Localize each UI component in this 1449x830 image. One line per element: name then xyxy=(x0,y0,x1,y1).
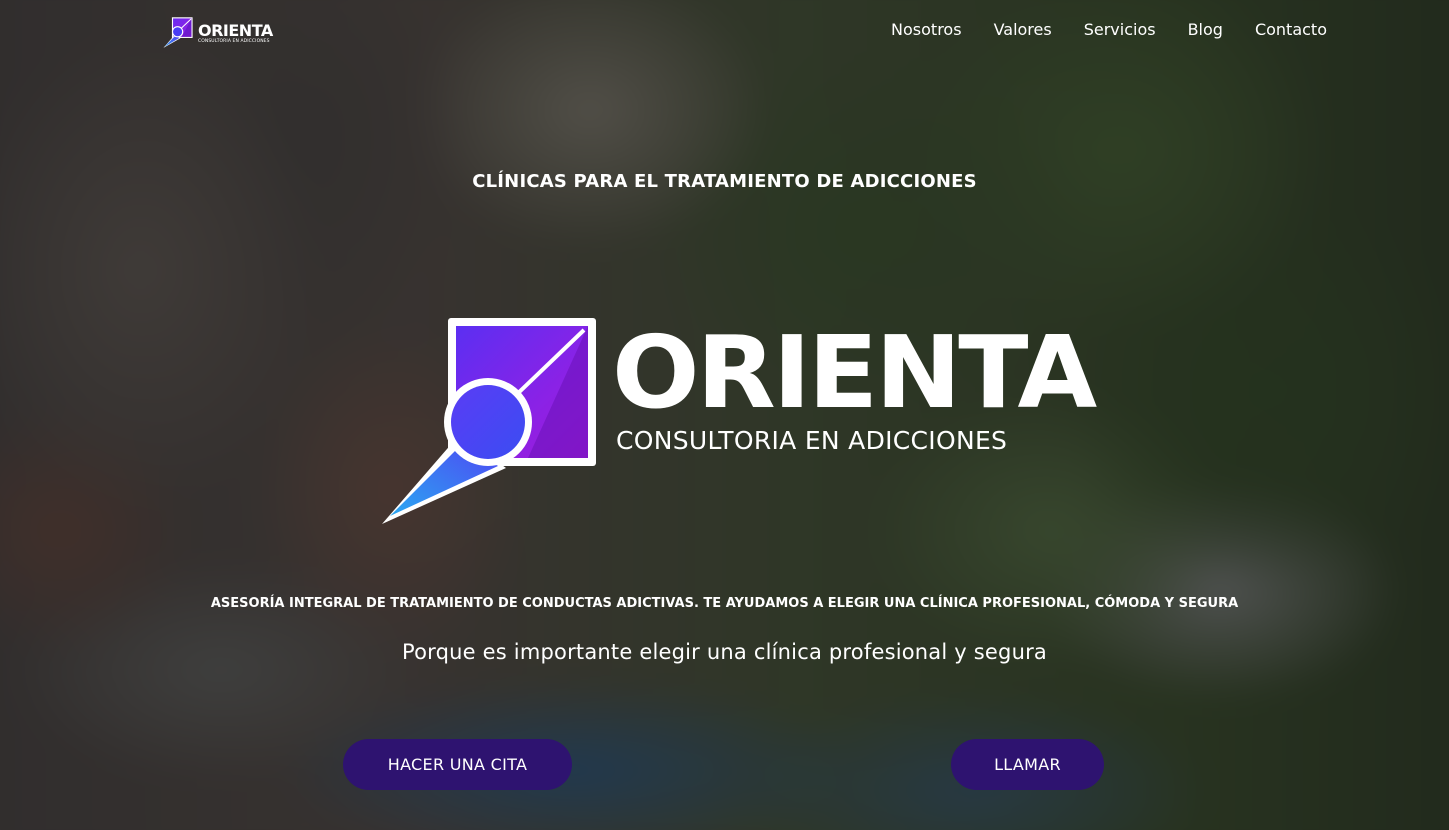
header-logo-sub: CONSULTORIA EN ADICCIONES xyxy=(198,39,270,45)
appointment-button[interactable]: HACER UNA CITA xyxy=(343,739,572,790)
header-logo-text: ORIENTA CONSULTORIA EN ADICCIONES xyxy=(198,23,273,45)
hero-section: ORIENTA CONSULTORIA EN ADICCIONES Nosotr… xyxy=(0,0,1449,830)
nav-item-servicios[interactable]: Servicios xyxy=(1084,19,1156,41)
main-nav: Nosotros Valores Servicios Blog Contacto xyxy=(891,19,1327,41)
hero-content: ORIENTA CONSULTORIA EN ADICCIONES Nosotr… xyxy=(0,0,1449,830)
nav-item-blog[interactable]: Blog xyxy=(1188,19,1223,41)
header-logo-word: ORIENTA xyxy=(198,21,273,41)
nav-item-valores[interactable]: Valores xyxy=(994,19,1052,41)
compass-pin-icon xyxy=(163,17,193,48)
nav-item-nosotros[interactable]: Nosotros xyxy=(891,19,962,41)
hero-logo-sub: CONSULTORIA EN ADICCIONES xyxy=(616,426,1008,455)
nav-item-contacto[interactable]: Contacto xyxy=(1255,19,1327,41)
hero-subtitle: Porque es importante elegir una clínica … xyxy=(402,640,1047,664)
hero-logo-word: ORIENTA xyxy=(612,314,1097,431)
header-logo-link[interactable]: ORIENTA CONSULTORIA EN ADICCIONES xyxy=(162,17,273,51)
call-button[interactable]: LLAMAR xyxy=(951,739,1104,790)
hero-eyebrow: CLÍNICAS PARA EL TRATAMIENTO DE ADICCION… xyxy=(472,171,977,192)
hero-tagline: ASESORÍA INTEGRAL DE TRATAMIENTO DE COND… xyxy=(210,596,1239,611)
